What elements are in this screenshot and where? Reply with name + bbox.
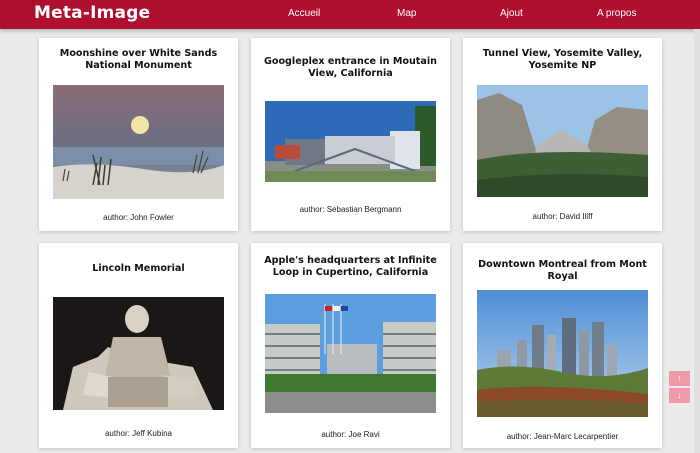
image-card[interactable]: Lincoln Memorial author: Jeff Kubina xyxy=(39,243,238,448)
image-card[interactable]: Downtown Montreal from Mont Royal author… xyxy=(463,243,662,448)
card-title: Apple's headquarters at Infinite Loop in… xyxy=(264,255,437,278)
card-image[interactable] xyxy=(53,297,224,410)
card-image[interactable] xyxy=(477,290,648,417)
nav-ajout[interactable]: Ajout xyxy=(500,8,523,19)
image-card[interactable]: Tunnel View, Yosemite Valley, Yosemite N… xyxy=(463,38,662,231)
card-author: author: Jeff Kubina xyxy=(104,429,172,438)
card-title: Moonshine over White Sands National Monu… xyxy=(59,48,218,71)
card-image[interactable] xyxy=(265,101,436,182)
card-title: Tunnel View, Yosemite Valley, Yosemite N… xyxy=(482,48,643,71)
card-author: author: Jean-Marc Lecarpentier xyxy=(506,432,619,441)
page-scrollbar[interactable] xyxy=(694,29,700,453)
card-author: author: John Fowler xyxy=(103,213,174,222)
navbar: Meta-Image Accueil Map Ajout A propos xyxy=(0,0,700,29)
arrow-down-icon[interactable]: ↓ xyxy=(669,388,690,403)
card-title: Downtown Montreal from Mont Royal xyxy=(478,259,647,282)
brand-logo[interactable]: Meta-Image xyxy=(34,3,150,23)
nav-a-propos[interactable]: A propos xyxy=(597,8,636,19)
nav-map[interactable]: Map xyxy=(397,8,416,19)
image-card[interactable]: Apple's headquarters at Infinite Loop in… xyxy=(251,243,450,448)
card-author: author: David Iliff xyxy=(532,212,593,221)
arrow-up-icon[interactable]: ↑ xyxy=(669,371,690,386)
image-card[interactable]: Moonshine over White Sands National Monu… xyxy=(39,38,238,231)
nav-accueil[interactable]: Accueil xyxy=(288,8,320,19)
card-author: author: Joe Ravi xyxy=(321,430,380,439)
card-image[interactable] xyxy=(265,294,436,413)
card-title: Lincoln Memorial xyxy=(92,263,185,274)
image-card[interactable]: Googleplex entrance in Moutain View, Cal… xyxy=(251,38,450,231)
card-image[interactable] xyxy=(53,85,224,199)
card-author: author: Sebastian Bergmann xyxy=(299,205,402,214)
card-image[interactable] xyxy=(477,85,648,197)
card-title: Googleplex entrance in Moutain View, Cal… xyxy=(263,56,437,79)
